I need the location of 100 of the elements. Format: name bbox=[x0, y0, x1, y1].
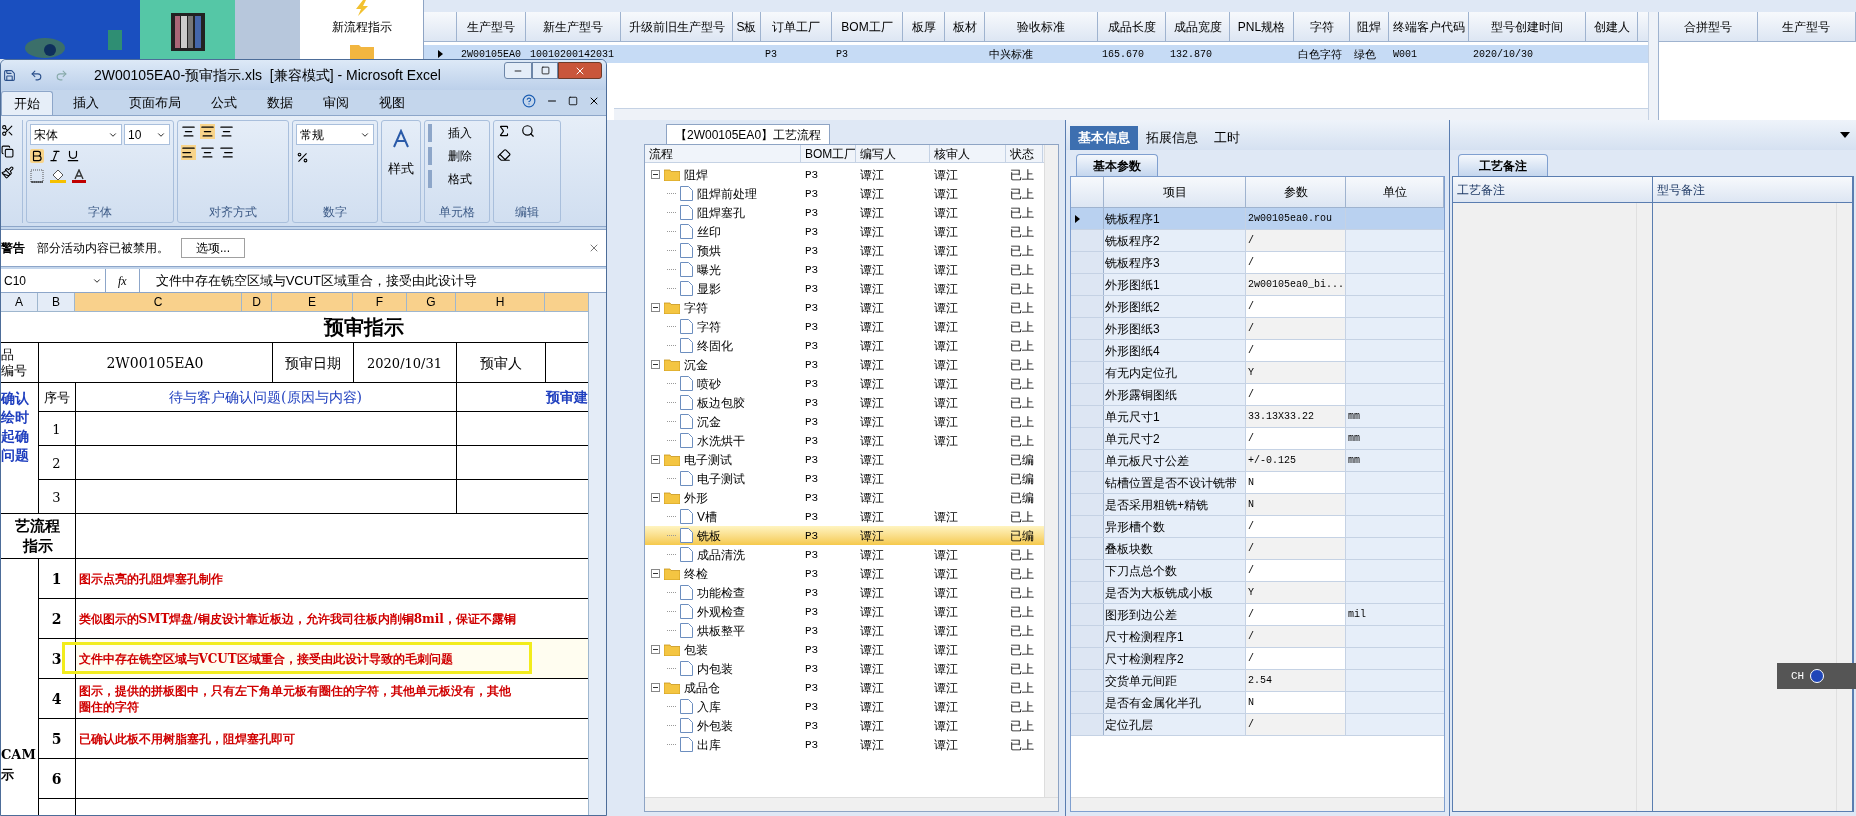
tree-row[interactable]: 电子测试 P3 谭江 已编 bbox=[645, 450, 1044, 469]
cell-menu-button[interactable]: 插入 bbox=[428, 124, 486, 142]
table-row[interactable]: 外形图纸3 / bbox=[1071, 318, 1444, 340]
shortcut-label[interactable]: 新流程指示 bbox=[331, 18, 392, 36]
collapse-icon[interactable] bbox=[651, 493, 660, 502]
function-button[interactable]: fx bbox=[106, 271, 139, 290]
table-row[interactable]: 外形图纸2 / bbox=[1071, 296, 1444, 318]
column-header[interactable]: 项目 bbox=[1104, 177, 1246, 207]
tree-row[interactable]: 板边包胶 P3 谭江 谭江 已上 bbox=[645, 393, 1044, 412]
italic-icon[interactable] bbox=[48, 149, 62, 163]
format-painter-icon[interactable] bbox=[1, 166, 14, 179]
font-color-icon[interactable] bbox=[72, 169, 86, 183]
center-icon[interactable] bbox=[200, 145, 215, 160]
search-icon[interactable] bbox=[521, 124, 535, 138]
options-button[interactable]: 选项... bbox=[181, 238, 245, 258]
table-row[interactable]: 单元尺寸1 33.13X33.22 mm bbox=[1071, 406, 1444, 428]
table-row[interactable]: 外形图纸1 2w00105ea0_bi... bbox=[1071, 274, 1444, 296]
tree-row[interactable]: 沉金 P3 谭江 谭江 已上 bbox=[645, 355, 1044, 374]
number-format-field[interactable]: 常规 bbox=[296, 124, 374, 145]
bold-icon[interactable] bbox=[30, 149, 44, 163]
borders-icon[interactable] bbox=[30, 169, 44, 183]
tree-row[interactable]: 终检 P3 谭江 谭江 已上 bbox=[645, 564, 1044, 583]
table-row[interactable]: 外形图纸4 / bbox=[1071, 340, 1444, 362]
fill-color-icon[interactable] bbox=[50, 169, 66, 183]
align-right-icon[interactable] bbox=[219, 145, 234, 160]
tab[interactable]: 拓展信息 bbox=[1138, 126, 1206, 150]
collapse-icon[interactable] bbox=[651, 303, 660, 312]
font-name-field[interactable]: 宋体 bbox=[30, 124, 122, 145]
column-header[interactable]: H bbox=[456, 293, 545, 312]
column-header[interactable]: 升级前旧生产型号 bbox=[621, 12, 733, 41]
tree-row[interactable]: 字符 P3 谭江 谭江 已上 bbox=[645, 298, 1044, 317]
table-row[interactable]: 2W00105EA0 10010200142031 P3 P3 中兴标准 165.670 132.870 白色字符 绿色 W001 2020/10/30 bbox=[424, 45, 1648, 63]
horizontal-scrollbar[interactable] bbox=[614, 108, 1648, 120]
column-header[interactable]: 创建人 bbox=[1586, 12, 1638, 41]
tree-row[interactable]: 内包装 P3 谭江 谭江 已上 bbox=[645, 659, 1044, 678]
column-header[interactable]: A bbox=[1, 293, 38, 312]
align-middle-icon[interactable] bbox=[200, 124, 215, 139]
horizontal-scrollbar[interactable] bbox=[1071, 797, 1444, 811]
column-header[interactable]: 生产型号 bbox=[1757, 12, 1856, 41]
help-icon[interactable] bbox=[522, 94, 536, 108]
table-row[interactable]: 定位孔层 / bbox=[1071, 714, 1444, 736]
ribbon-tab[interactable]: 审阅 bbox=[311, 91, 361, 115]
align-bottom-icon[interactable] bbox=[219, 124, 234, 139]
close-button[interactable] bbox=[558, 62, 602, 79]
table-row[interactable]: 图形到边公差 / mil bbox=[1071, 604, 1444, 626]
tree-row[interactable]: 外观检查 P3 谭江 谭江 已上 bbox=[645, 602, 1044, 621]
dropdown-icon[interactable] bbox=[1840, 132, 1850, 138]
column-header[interactable]: 合拼型号 bbox=[1659, 12, 1758, 41]
tree-row[interactable]: 阻焊前处理 P3 谭江 谭江 已上 bbox=[645, 184, 1044, 203]
collapse-icon[interactable] bbox=[651, 455, 660, 464]
table-row[interactable]: 是否有金属化半孔 N bbox=[1071, 692, 1444, 714]
column-header[interactable]: 板材 bbox=[945, 12, 985, 41]
collapse-icon[interactable] bbox=[651, 360, 660, 369]
table-row[interactable]: 铣板程序2 / bbox=[1071, 230, 1444, 252]
underline-icon[interactable] bbox=[66, 149, 80, 163]
column-header[interactable]: 生产型号 bbox=[457, 12, 526, 41]
table-row[interactable]: 是否采用粗铣+精铣 N bbox=[1071, 494, 1444, 516]
name-box[interactable]: C10 bbox=[1, 269, 106, 292]
column-header[interactable]: 成品宽度 bbox=[1166, 12, 1230, 41]
table-row[interactable]: 铣板程序1 2w00105ea0.rou bbox=[1071, 208, 1444, 230]
collapse-icon[interactable] bbox=[651, 569, 660, 578]
column-header[interactable]: 参数 bbox=[1246, 177, 1346, 207]
column-header[interactable]: 成品长度 bbox=[1098, 12, 1166, 41]
table-row[interactable]: 尺寸检测程序1 / bbox=[1071, 626, 1444, 648]
close-icon[interactable] bbox=[588, 95, 600, 107]
maximize-button[interactable] bbox=[532, 62, 558, 79]
sum-icon[interactable] bbox=[497, 124, 511, 138]
column-header[interactable]: F bbox=[353, 293, 407, 312]
align-left-icon[interactable] bbox=[181, 145, 196, 160]
tree-row[interactable]: 烘板整平 P3 谭江 谭江 已上 bbox=[645, 621, 1044, 640]
tree-row[interactable]: 曝光 P3 谭江 谭江 已上 bbox=[645, 260, 1044, 279]
cut-icon[interactable] bbox=[1, 124, 14, 137]
tree-row[interactable]: V槽 P3 谭江 谭江 已上 bbox=[645, 507, 1044, 526]
tree-row[interactable]: 沉金 P3 谭江 谭江 已上 bbox=[645, 412, 1044, 431]
formula-field[interactable]: 文件中存在铣空区域与VCUT区域重合，接受由此设计导 bbox=[138, 269, 606, 292]
table-row[interactable]: 异形槽个数 / bbox=[1071, 516, 1444, 538]
tab[interactable]: 工时 bbox=[1206, 126, 1248, 150]
section-tab[interactable]: 基本参数 bbox=[1076, 154, 1158, 176]
tree-row[interactable]: 阻焊 P3 谭江 谭江 已上 bbox=[645, 165, 1044, 184]
column-header[interactable]: 工艺备注 bbox=[1457, 180, 1505, 199]
restore-icon[interactable] bbox=[568, 96, 578, 106]
table-row[interactable]: 下刀点总个数 / bbox=[1071, 560, 1444, 582]
cell-menu-button[interactable]: 格式 bbox=[428, 170, 486, 188]
column-header[interactable]: 型号创建时间 bbox=[1469, 12, 1586, 41]
column-header[interactable]: BOM工厂 bbox=[832, 12, 903, 41]
tree-row[interactable]: 字符 P3 谭江 谭江 已上 bbox=[645, 317, 1044, 336]
tree-row[interactable]: 入库 P3 谭江 谭江 已上 bbox=[645, 697, 1044, 716]
eraser-icon[interactable] bbox=[497, 148, 511, 162]
tab[interactable]: 基本信息 bbox=[1070, 126, 1138, 150]
table-row[interactable]: 外形露铜图纸 / bbox=[1071, 384, 1444, 406]
table-row[interactable]: 是否为大板铣成小板 Y bbox=[1071, 582, 1444, 604]
column-header[interactable]: C bbox=[75, 293, 242, 312]
percent-icon[interactable] bbox=[296, 151, 309, 164]
save-icon[interactable] bbox=[3, 68, 16, 82]
ribbon-tab[interactable]: 数据 bbox=[255, 91, 305, 115]
column-header[interactable]: D bbox=[242, 293, 272, 312]
column-header[interactable]: 状态 bbox=[1010, 147, 1034, 161]
tree-row[interactable]: 预烘 P3 谭江 谭江 已上 bbox=[645, 241, 1044, 260]
table-row[interactable]: 叠板块数 / bbox=[1071, 538, 1444, 560]
column-header[interactable]: E bbox=[272, 293, 353, 312]
